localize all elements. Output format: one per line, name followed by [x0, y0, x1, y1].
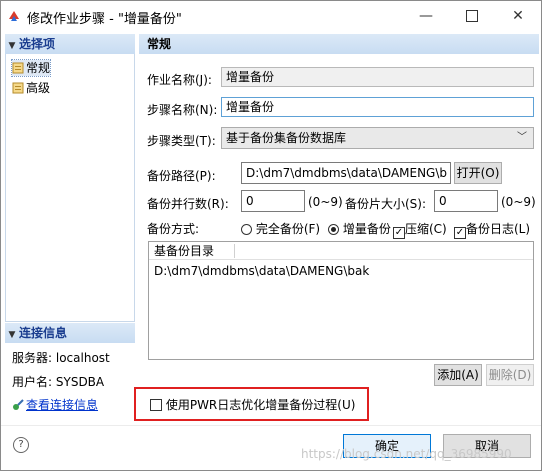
radio-on-icon[interactable]	[328, 224, 339, 235]
window-title: 修改作业步骤 - "增量备份"	[27, 12, 182, 27]
maximize-icon	[466, 10, 478, 22]
parallel-label: 备份并行数(R):	[147, 197, 229, 211]
backup-log-label: 备份日志(L)	[466, 222, 531, 236]
watermark-text: https://blog.csdn.net/qq_36985990	[301, 447, 512, 461]
pwr-option-highlight: 使用PWR日志优化增量备份过程(U)	[134, 387, 369, 421]
sidebar-item-general[interactable]: 常规	[10, 59, 52, 77]
step-type-select[interactable]: 基于备份集备份数据库 ﹀	[221, 127, 534, 149]
compress-label: 压缩(C)	[405, 222, 447, 236]
sidebar-item-advanced[interactable]: 高级	[12, 80, 50, 96]
dialog-window: 修改作业步骤 - "增量备份" — ✕ ▼ 选择项 常规 高级 ▼ 连接信息 服…	[0, 0, 542, 471]
add-button[interactable]: 添加(A)	[434, 364, 482, 386]
collapse-arrow-icon[interactable]: ▼	[5, 36, 19, 56]
page-icon	[12, 82, 24, 94]
pwr-label: 使用PWR日志优化增量备份过程(U)	[165, 398, 356, 412]
connection-icon	[12, 399, 24, 411]
checkbox-empty-icon[interactable]	[150, 399, 162, 411]
server-info: 服务器: localhost	[12, 349, 110, 366]
view-connection-info[interactable]: 查看连接信息	[12, 396, 98, 413]
base-backup-dir-list[interactable]: 基备份目录 D:\dm7\dmdbms\data\DAMENG\bak	[148, 241, 534, 360]
maximize-button[interactable]	[449, 1, 495, 31]
step-type-value: 基于备份集备份数据库	[226, 131, 347, 145]
piece-size-input[interactable]: 0	[434, 190, 498, 212]
full-backup-radio[interactable]: 完全备份(F)	[241, 220, 320, 237]
sidebar: ▼ 选择项 常规 高级 ▼ 连接信息 服务器: localhost 用户名: SYS…	[5, 34, 135, 418]
help-icon[interactable]: ?	[13, 437, 29, 453]
base-dir-column-label: 基备份目录	[154, 244, 215, 258]
parallel-input[interactable]: 0	[241, 190, 305, 212]
page-icon	[12, 62, 24, 74]
user-info: 用户名: SYSDBA	[12, 373, 104, 390]
minimize-button[interactable]: —	[403, 1, 449, 31]
full-backup-label: 完全备份(F)	[255, 222, 321, 236]
user-label: 用户名:	[12, 375, 53, 389]
sidebar-item-label: 高级	[26, 81, 51, 95]
parallel-range: (0~9)	[308, 195, 343, 209]
user-value: SYSDBA	[55, 375, 105, 389]
piece-size-label: 备份片大小(S):	[345, 197, 427, 211]
column-separator	[234, 244, 235, 258]
step-name-label: 步骤名称(N):	[147, 103, 218, 117]
backup-log-checkbox[interactable]: ✓ 备份日志(L)	[454, 220, 530, 239]
footer-divider	[1, 425, 541, 426]
piece-size-range: (0~9)	[501, 195, 536, 209]
options-list: 常规 高级	[5, 54, 135, 322]
step-type-label: 步骤类型(T):	[147, 134, 216, 148]
checkmark-icon[interactable]: ✓	[393, 227, 405, 239]
close-button[interactable]: ✕	[495, 1, 541, 31]
list-item[interactable]: D:\dm7\dmdbms\data\DAMENG\bak	[154, 264, 369, 278]
backup-path-input[interactable]: D:\dm7\dmdbms\data\DAMENG\b	[241, 162, 451, 184]
server-label: 服务器:	[12, 351, 53, 365]
connection-info: 服务器: localhost 用户名: SYSDBA 查看连接信息	[5, 343, 135, 418]
pwr-checkbox[interactable]: 使用PWR日志优化增量备份过程(U)	[150, 396, 355, 413]
section-title: 常规	[139, 34, 539, 54]
incremental-backup-radio[interactable]: 增量备份	[328, 220, 391, 237]
job-name-label: 作业名称(J):	[147, 73, 212, 87]
server-value: localhost	[55, 351, 110, 365]
view-connection-link[interactable]: 查看连接信息	[26, 398, 98, 412]
checkmark-icon[interactable]: ✓	[454, 227, 466, 239]
job-name-field: 增量备份	[221, 67, 534, 87]
list-column-header[interactable]: 基备份目录	[149, 242, 533, 260]
sidebar-item-label: 常规	[26, 61, 51, 75]
backup-mode-label: 备份方式:	[147, 222, 200, 236]
incremental-backup-label: 增量备份	[342, 222, 391, 236]
radio-off-icon[interactable]	[241, 224, 252, 235]
backup-path-label: 备份路径(P):	[147, 169, 216, 183]
title-bar[interactable]: 修改作业步骤 - "增量备份" — ✕	[1, 1, 541, 31]
chevron-down-icon: ﹀	[517, 132, 527, 143]
connection-section-header[interactable]: ▼ 连接信息	[5, 323, 135, 343]
compress-checkbox[interactable]: ✓ 压缩(C)	[393, 220, 447, 239]
collapse-arrow-icon[interactable]: ▼	[5, 325, 19, 345]
app-icon	[7, 9, 21, 23]
connection-header-label: 连接信息	[19, 326, 68, 340]
options-header-label: 选择项	[19, 37, 56, 51]
options-section-header[interactable]: ▼ 选择项	[5, 34, 135, 54]
delete-button[interactable]: 删除(D)	[486, 364, 534, 386]
open-button[interactable]: 打开(O)	[454, 162, 502, 184]
step-name-input[interactable]: 增量备份	[221, 97, 534, 117]
